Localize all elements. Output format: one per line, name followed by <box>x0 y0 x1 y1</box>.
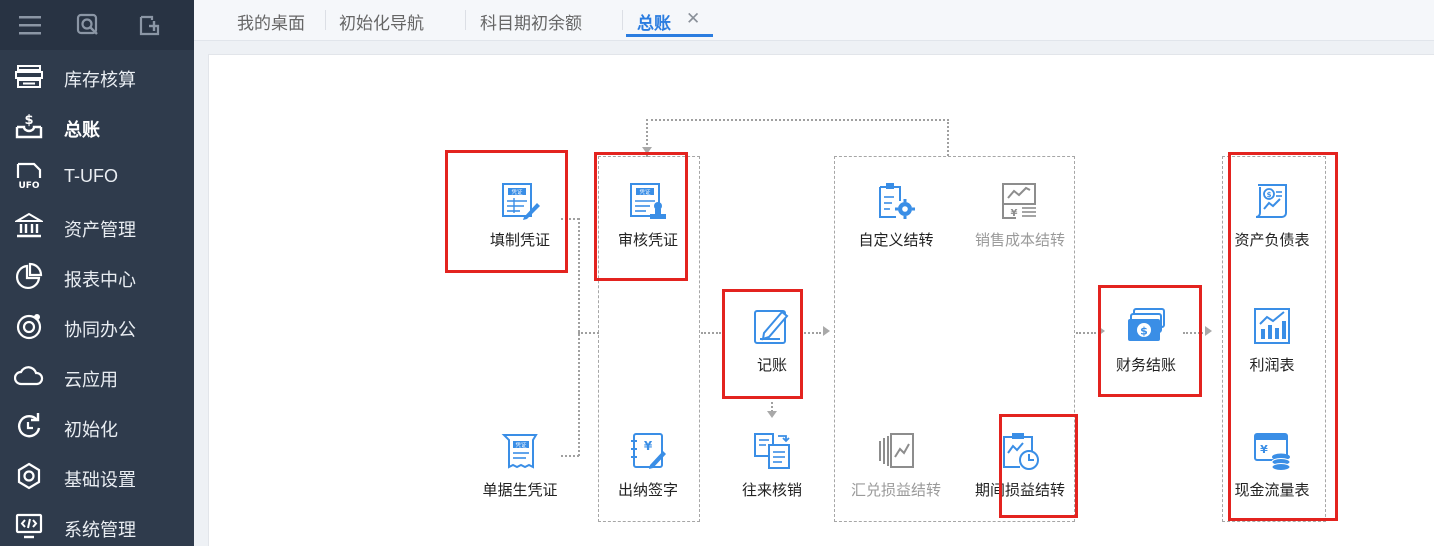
tab-divider <box>325 10 326 30</box>
highlight-box <box>1098 285 1202 397</box>
connector <box>646 119 949 121</box>
bill-voucher-icon: 凭证 <box>501 434 538 469</box>
sidebar-item-label: 报表中心 <box>64 270 136 290</box>
menu-icon[interactable] <box>0 0 60 50</box>
tab-opening-balance[interactable]: 科目期初余额 <box>480 9 582 35</box>
collab-icon <box>14 312 44 340</box>
bank-icon <box>14 212 44 240</box>
search-icon[interactable] <box>58 0 118 50</box>
gear-icon <box>14 462 44 490</box>
cashier-sign-node[interactable]: ¥ 出纳签字 <box>593 431 703 501</box>
sidebar: 库存核算 $ 总账 UFO T-UFO 资产管理 报表中心 协同办公 云应用 初… <box>0 0 194 546</box>
custom-carry-icon <box>879 183 915 219</box>
svg-text:¥: ¥ <box>644 439 653 453</box>
arrow-down-icon <box>767 411 777 418</box>
highlight-box <box>445 150 568 273</box>
sidebar-item-label: 资产管理 <box>64 220 136 240</box>
sidebar-item-cloud[interactable]: 云应用 <box>0 351 194 401</box>
svg-text:$: $ <box>24 113 33 128</box>
sidebar-item-label: 系统管理 <box>64 520 136 540</box>
fx-carry-node[interactable]: 汇兑损益结转 <box>841 431 951 501</box>
active-tab-indicator <box>626 34 713 37</box>
app-window: 库存核算 $ 总账 UFO T-UFO 资产管理 报表中心 协同办公 云应用 初… <box>0 0 1434 546</box>
fx-carry-icon <box>879 433 914 468</box>
sidebar-item-init[interactable]: 初始化 <box>0 401 194 451</box>
node-label: 汇兑损益结转 <box>850 482 941 499</box>
node-label: 单据生凭证 <box>482 482 558 499</box>
connector <box>947 119 949 156</box>
close-icon[interactable]: ✕ <box>686 9 700 29</box>
sidebar-item-reports[interactable]: 报表中心 <box>0 251 194 301</box>
sidebar-item-label: 总账 <box>64 120 100 140</box>
tab-init-nav[interactable]: 初始化导航 <box>339 9 424 35</box>
sidebar-item-ledger[interactable]: $ 总账 <box>0 101 194 151</box>
bill-voucher-node[interactable]: 凭证 单据生凭证 <box>465 431 575 501</box>
refresh-icon <box>14 412 44 440</box>
connector <box>578 218 580 456</box>
custom-carry-node[interactable]: 自定义结转 <box>841 181 951 251</box>
tab-my-desktop[interactable]: 我的桌面 <box>237 9 305 35</box>
tab-general-ledger[interactable]: 总账 <box>637 9 671 35</box>
node-label: 自定义结转 <box>858 232 934 249</box>
sidebar-item-label: 库存核算 <box>64 70 136 90</box>
sidebar-item-label: 基础设置 <box>64 470 136 490</box>
sidebar-item-label: 初始化 <box>64 420 118 440</box>
pie-chart-icon <box>14 262 44 290</box>
ledger-icon: $ <box>14 112 44 140</box>
sidebar-item-collab[interactable]: 协同办公 <box>0 301 194 351</box>
svg-text:凭证: 凭证 <box>515 441 527 449</box>
svg-text:¥: ¥ <box>1011 208 1018 219</box>
sidebar-item-assets[interactable]: 资产管理 <box>0 201 194 251</box>
add-page-icon[interactable] <box>120 0 180 50</box>
connector <box>771 397 773 412</box>
sidebar-item-basic-settings[interactable]: 基础设置 <box>0 451 194 501</box>
cashier-sign-icon: ¥ <box>631 433 666 469</box>
ledger-flow-panel: 凭证 填制凭证 凭证 审核凭证 凭证 单据生凭证 ¥ 出纳签字 记账 往来核销 … <box>208 54 1434 546</box>
sidebar-item-inventory[interactable]: 库存核算 <box>0 51 194 101</box>
sidebar-item-label: 协同办公 <box>64 320 136 340</box>
inventory-icon <box>14 62 44 90</box>
node-label: 出纳签字 <box>617 482 678 499</box>
cloud-icon <box>14 362 44 390</box>
sidebar-item-tufo[interactable]: UFO T-UFO <box>0 151 194 201</box>
highlight-box <box>594 152 688 281</box>
reconcile-node[interactable]: 往来核销 <box>717 431 827 501</box>
sidebar-toolbar <box>0 0 194 50</box>
sales-cost-carry-node[interactable]: ¥ 销售成本结转 <box>965 181 1075 251</box>
sidebar-item-label: 云应用 <box>64 370 118 390</box>
reconcile-icon <box>754 433 790 469</box>
tab-divider <box>465 10 466 30</box>
tab-divider <box>622 10 623 30</box>
highlight-box <box>722 289 803 399</box>
node-label: 销售成本结转 <box>974 232 1065 249</box>
connector <box>578 332 599 334</box>
highlight-box <box>999 414 1078 518</box>
sales-cost-icon: ¥ <box>1002 183 1036 219</box>
monitor-code-icon <box>14 512 44 540</box>
arrow-right-icon <box>1205 326 1212 336</box>
node-label: 往来核销 <box>741 482 802 499</box>
highlight-box <box>1228 152 1338 521</box>
tab-bar: 我的桌面 初始化导航 科目期初余额 总账 ✕ <box>194 0 1434 41</box>
sidebar-item-label: T-UFO <box>64 166 118 186</box>
sidebar-item-system[interactable]: 系统管理 <box>0 501 194 546</box>
ufo-icon: UFO <box>14 162 44 190</box>
svg-text:UFO: UFO <box>18 181 39 190</box>
